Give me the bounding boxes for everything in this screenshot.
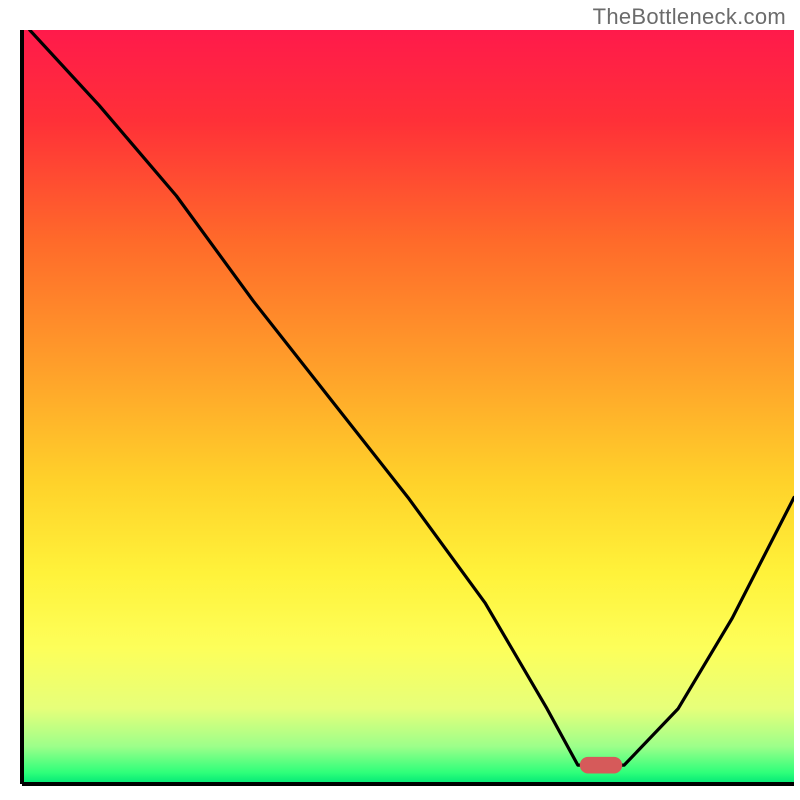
watermark-text: TheBottleneck.com bbox=[593, 4, 786, 30]
gradient-background bbox=[22, 30, 794, 784]
bottleneck-curve-chart bbox=[0, 0, 800, 800]
chart-container: TheBottleneck.com bbox=[0, 0, 800, 800]
optimal-point-marker bbox=[580, 757, 622, 774]
